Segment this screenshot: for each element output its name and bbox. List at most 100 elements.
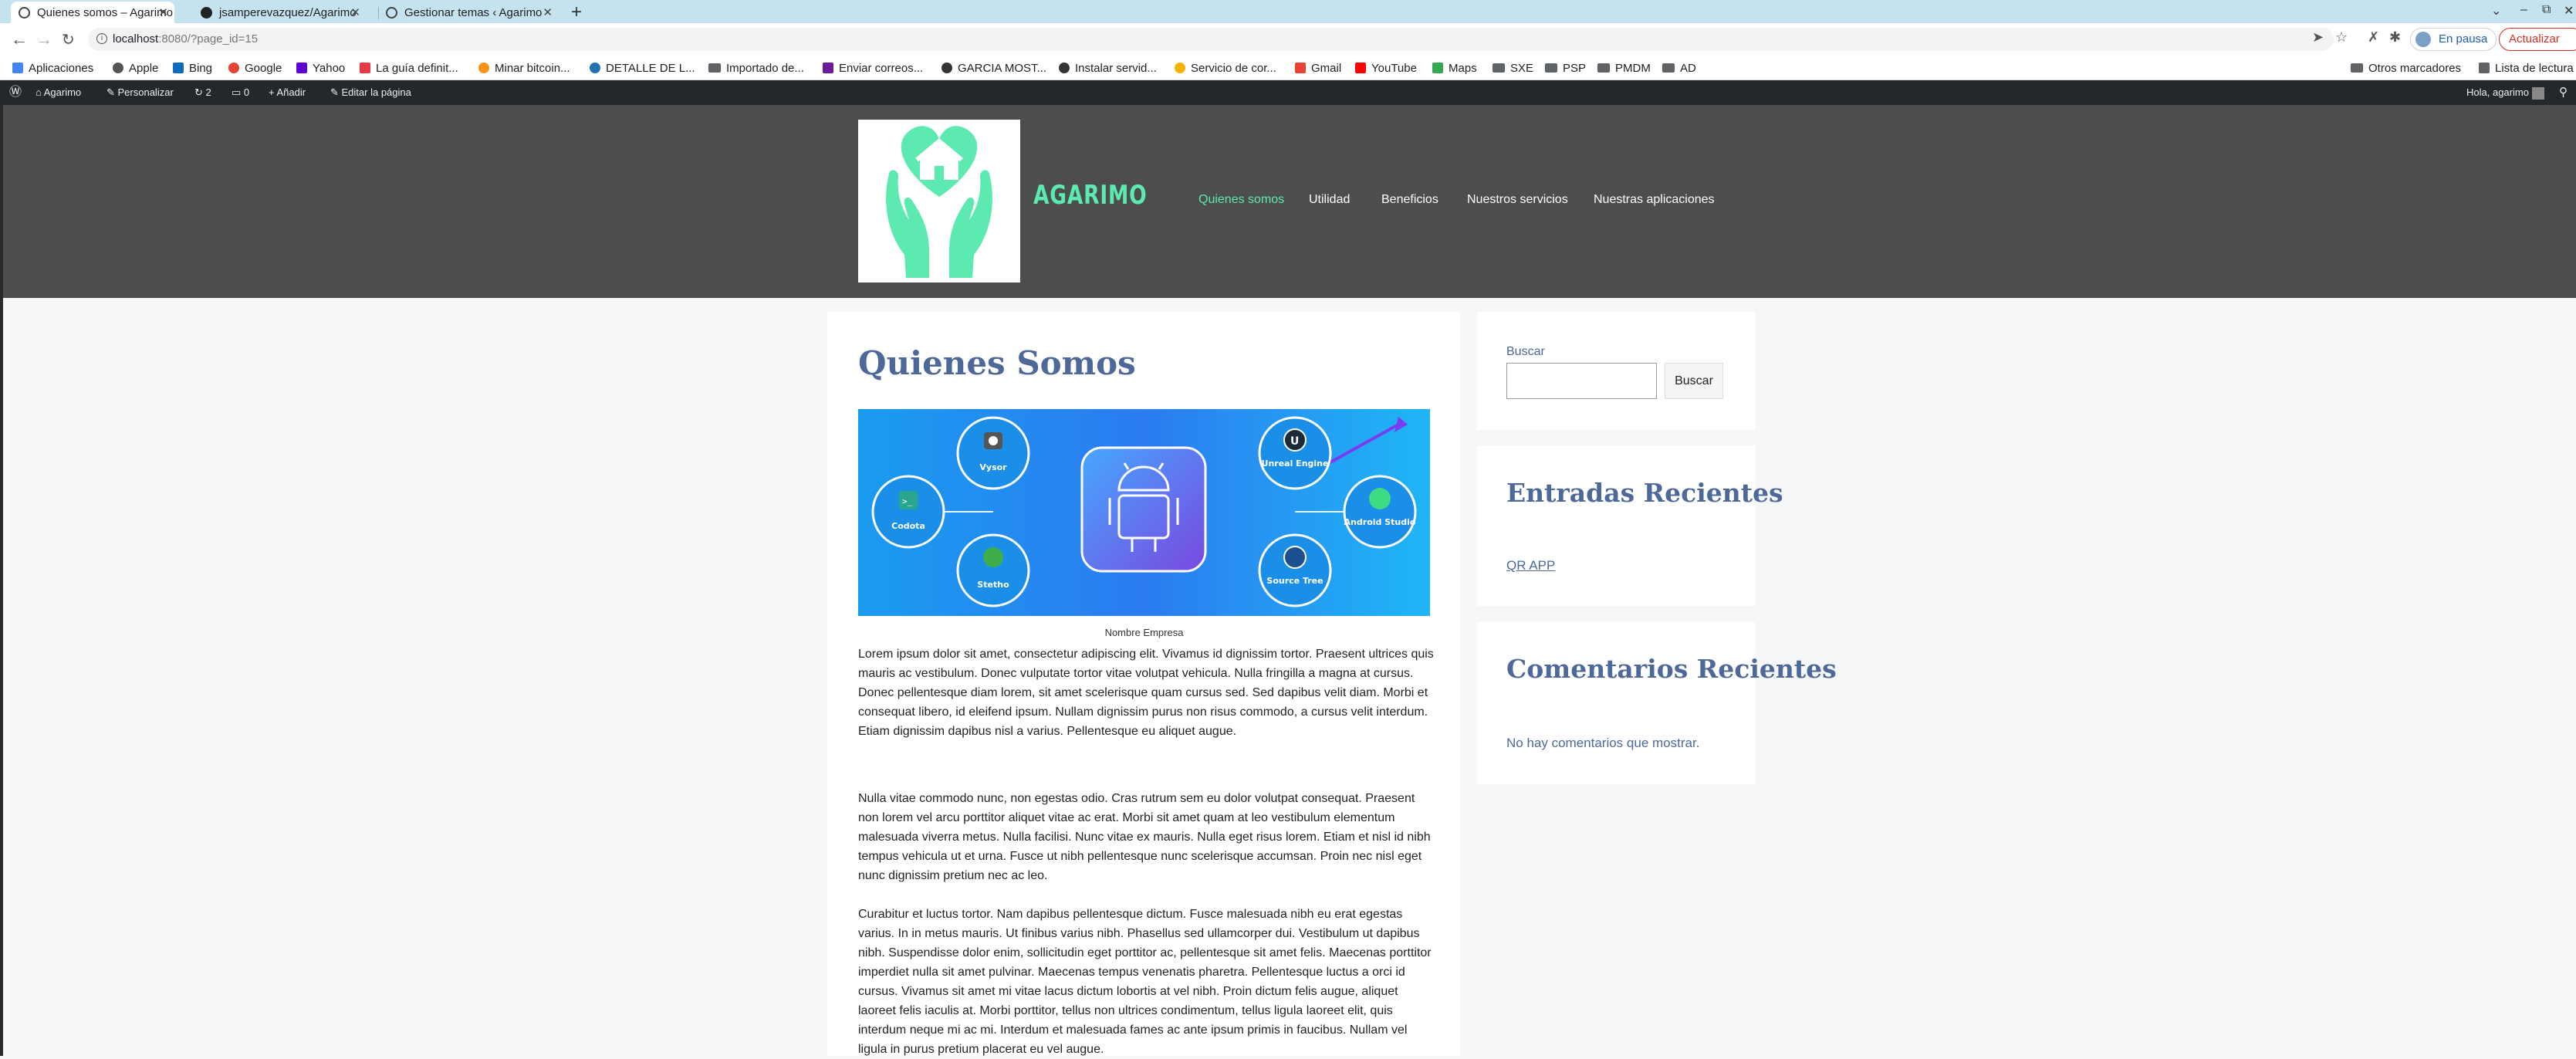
bookmark-label: Instalar servid...: [1075, 61, 1157, 75]
nav-quienes-somos[interactable]: Quienes somos: [1198, 193, 1284, 207]
nav-nuestras-aplicaciones[interactable]: Nuestras aplicaciones: [1594, 193, 1715, 207]
site-info-icon[interactable]: i: [96, 33, 107, 44]
bookmark-label: Enviar correos...: [839, 61, 924, 75]
close-icon[interactable]: ✕: [350, 5, 360, 19]
admin-new-link[interactable]: + Añadir: [269, 80, 306, 105]
avatar: [2531, 86, 2544, 100]
bookmark-detalle[interactable]: DETALLE DE L...: [590, 59, 695, 76]
bookmark-pmdm[interactable]: PMDM: [1597, 59, 1651, 76]
admin-comments-link[interactable]: ▭ 0: [232, 80, 249, 105]
bookmark-guia[interactable]: La guía definit...: [360, 59, 458, 76]
bookmark-otros[interactable]: Otros marcadores: [2351, 59, 2461, 76]
banner-label-stetho: Stetho: [977, 580, 1009, 590]
banner-image: >_ U Vysor Codota Stetho Unreal Engine A…: [858, 409, 1430, 616]
bookmark-star-icon[interactable]: ☆: [2335, 29, 2348, 46]
send-icon[interactable]: ➤: [2312, 29, 2324, 46]
admin-customize-label: Personalizar: [117, 86, 174, 98]
nav-nuestros-servicios[interactable]: Nuestros servicios: [1467, 193, 1568, 207]
profile-button[interactable]: En pausa: [2410, 28, 2497, 51]
bookmark-sxe[interactable]: SXE: [1493, 59, 1533, 76]
bookmark-garcia[interactable]: GARCIA MOST...: [941, 59, 1046, 76]
tab-github[interactable]: jsamperevazquez/Agarimo ✕: [193, 2, 367, 23]
recent-comments-title: Comentarios Recientes: [1506, 653, 1837, 685]
bookmark-label: AD: [1680, 61, 1696, 75]
admin-site-link[interactable]: ⌂ Agarimo: [35, 80, 81, 105]
url-path: :8080/?page_id=15: [158, 32, 259, 46]
admin-account-link[interactable]: Hola, agarimo: [2466, 80, 2544, 105]
banner-label-source-tree: Source Tree: [1266, 576, 1323, 586]
search-icon[interactable]: ⚲: [2559, 80, 2568, 105]
search-label: Buscar: [1506, 345, 1545, 358]
window-close-icon[interactable]: ✕: [2564, 3, 2574, 19]
search-button[interactable]: Buscar: [1665, 363, 1723, 399]
bookmark-label: Apple: [129, 61, 159, 75]
back-icon[interactable]: ←: [11, 29, 28, 49]
new-tab-button[interactable]: +: [571, 2, 582, 23]
bookmark-lista-lectura[interactable]: Lista de lectura: [2479, 59, 2574, 76]
maximize-icon[interactable]: ⧉: [2542, 3, 2551, 17]
banner-label-vysor: Vysor: [979, 462, 1007, 472]
svg-text:U: U: [1290, 435, 1299, 448]
recent-posts-title-text: Entradas Recientes: [1506, 478, 1783, 508]
bookmark-maps[interactable]: Maps: [1432, 59, 1477, 76]
bookmark-importado[interactable]: Importado de...: [708, 59, 804, 76]
nav-utilidad[interactable]: Utilidad: [1309, 193, 1350, 207]
sun-icon: [1175, 63, 1185, 73]
mail-icon: [823, 63, 833, 73]
reload-icon[interactable]: ↻: [62, 30, 75, 49]
close-icon[interactable]: ✕: [158, 5, 168, 19]
search-input[interactable]: [1506, 363, 1657, 399]
bookmark-google[interactable]: Google: [228, 59, 282, 76]
extension-x-icon[interactable]: ✗: [2368, 29, 2379, 46]
apple-icon: [113, 63, 123, 73]
extensions-puzzle-icon[interactable]: ✱: [2389, 29, 2401, 46]
bookmark-instalar[interactable]: Instalar servid...: [1059, 59, 1157, 76]
image-caption: Nombre Empresa: [1104, 627, 1184, 638]
close-icon[interactable]: ✕: [543, 5, 553, 19]
pencil-icon: ✎: [330, 86, 342, 98]
recent-post-link[interactable]: QR APP: [1506, 558, 1555, 573]
bookmark-apple[interactable]: Apple: [113, 59, 158, 76]
bookmark-aplicaciones[interactable]: Aplicaciones: [12, 59, 93, 76]
site-title[interactable]: AGARIMO: [1033, 180, 1148, 211]
tab-gestionar-temas[interactable]: Gestionar temas ‹ Agarimo ✕: [378, 2, 559, 23]
bookmark-ad[interactable]: AD: [1662, 59, 1696, 76]
site-logo[interactable]: [858, 120, 1020, 283]
banner-label-codota: Codota: [891, 521, 925, 531]
minimize-icon[interactable]: –: [2520, 3, 2527, 17]
nav-beneficios[interactable]: Beneficios: [1381, 193, 1438, 207]
no-comments-text: No hay comentarios que mostrar.: [1506, 736, 1700, 750]
bookmark-label: YouTube: [1371, 61, 1417, 75]
apps-grid-icon: [12, 63, 23, 73]
tab-title: Gestionar temas ‹ Agarimo: [404, 5, 543, 19]
bookmark-label: Lista de lectura: [2495, 61, 2574, 75]
bookmark-label: Google: [245, 61, 282, 75]
wordpress-icon[interactable]: Ⓦ: [9, 80, 22, 105]
tab-search-icon[interactable]: ⌄: [2491, 3, 2501, 19]
comment-icon: ▭: [232, 86, 244, 98]
admin-updates-link[interactable]: ↻ 2: [194, 80, 211, 105]
banner-label-android-studio: Android Studio: [1344, 517, 1416, 527]
bookmark-youtube[interactable]: YouTube: [1355, 59, 1417, 76]
bookmark-enviar-correos[interactable]: Enviar correos...: [823, 59, 923, 76]
url-host: localhost: [113, 32, 159, 46]
folder-icon: [2351, 63, 2363, 73]
admin-customize-link[interactable]: ✎ Personalizar: [106, 80, 174, 105]
recent-comments-widget: [1477, 622, 1755, 784]
tab-quienes-somos[interactable]: Quienes somos – Agarimo ✕: [11, 2, 174, 23]
bookmark-servicio[interactable]: Servicio de cor...: [1175, 59, 1276, 76]
folder-icon: [1662, 63, 1675, 73]
avatar: [2415, 32, 2431, 47]
admin-edit-page-link[interactable]: ✎ Editar la página: [330, 80, 411, 105]
bookmark-yahoo[interactable]: Yahoo: [296, 59, 345, 76]
bookmark-bing[interactable]: Bing: [173, 59, 212, 76]
bookmark-label: Servicio de cor...: [1191, 61, 1276, 75]
brush-icon: ✎: [106, 86, 118, 98]
address-bar[interactable]: i localhost:8080/?page_id=15: [88, 28, 2334, 51]
bookmark-psp[interactable]: PSP: [1545, 59, 1586, 76]
forward-icon[interactable]: →: [35, 29, 52, 49]
bookmark-bitcoin[interactable]: Minar bitcoin...: [478, 59, 570, 76]
update-button[interactable]: Actualizar: [2499, 28, 2576, 51]
bookmark-gmail[interactable]: Gmail: [1295, 59, 1341, 76]
home-icon: ⌂: [35, 86, 44, 98]
